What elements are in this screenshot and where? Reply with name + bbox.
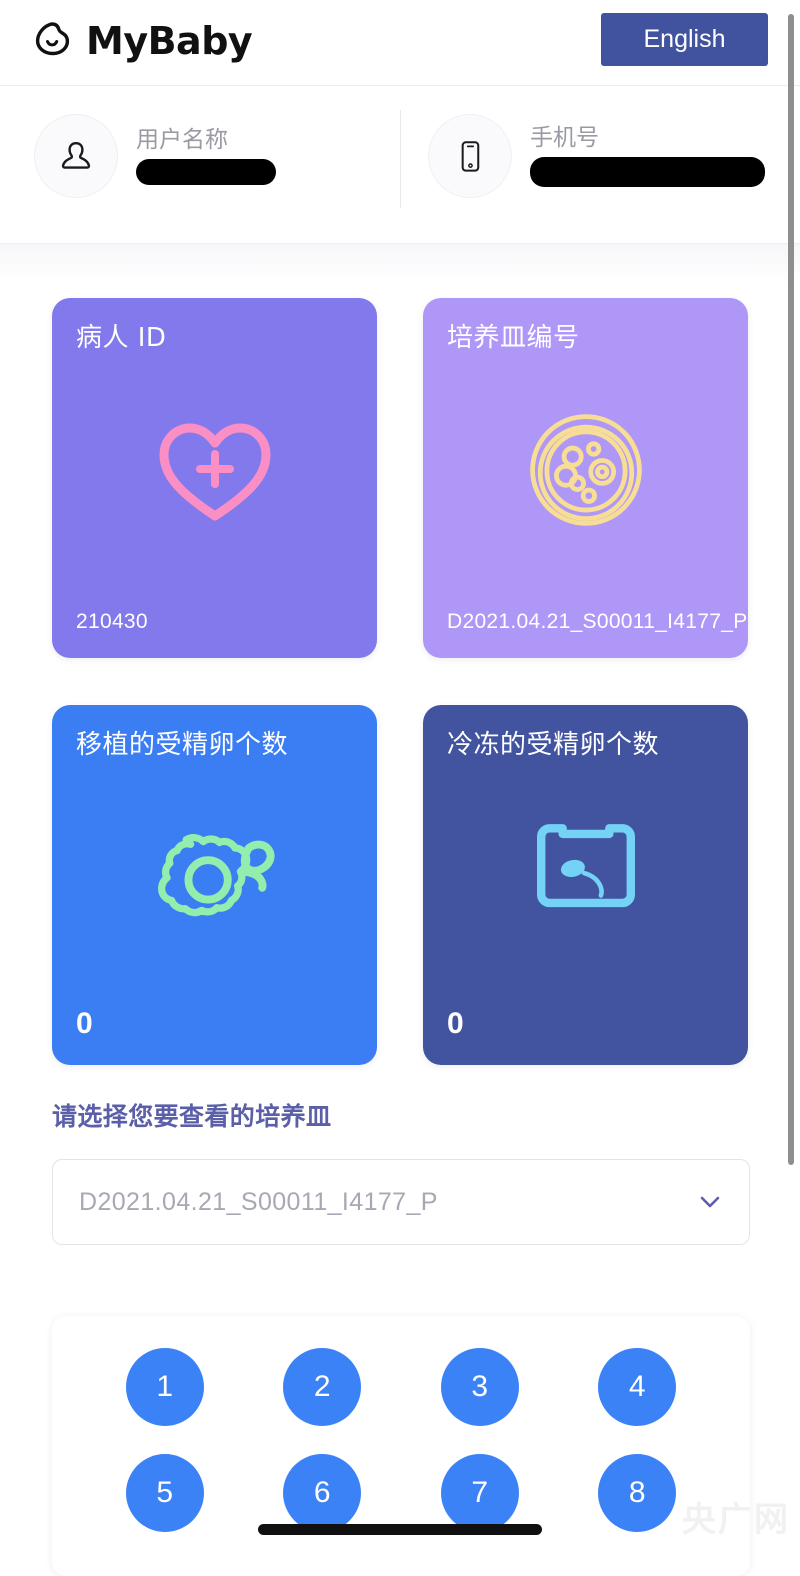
brand-name: MyBaby xyxy=(86,19,253,63)
profile-strip: 用户名称 手机号 xyxy=(0,86,800,244)
site-watermark: 央广网 xyxy=(682,1500,790,1540)
stat-card-title: 病人 ID xyxy=(76,323,167,353)
profile-user-label: 用户名称 xyxy=(136,127,228,154)
dish-position-4[interactable]: 4 xyxy=(598,1348,677,1426)
stat-card-title: 冷冻的受精卵个数 xyxy=(447,730,660,760)
baby-face-icon xyxy=(28,18,74,64)
dish-select-value: D2021.04.21_S00011_I4177_P xyxy=(79,1187,438,1216)
dish-position-panel: 1 2 3 4 5 6 7 8 xyxy=(52,1316,750,1576)
dish-position-5[interactable]: 5 xyxy=(125,1454,204,1532)
chevron-down-icon[interactable] xyxy=(695,1187,725,1217)
stat-card-frozen-embryos[interactable]: 冷冻的受精卵个数 0 xyxy=(423,705,748,1065)
stat-card-title: 培养皿编号 xyxy=(447,323,580,353)
stat-card-grid: 病人 ID 210430 培养皿编号 D2021.04.21_S00011_I4… xyxy=(52,298,750,1065)
profile-user: 用户名称 xyxy=(34,114,276,198)
page-scrollbar[interactable] xyxy=(788,14,794,1165)
app-bar: MyBaby English xyxy=(0,0,800,86)
person-icon xyxy=(34,114,118,198)
dish-selector-label: 请选择您要查看的培养皿 xyxy=(52,1102,332,1131)
egg-sperm-icon xyxy=(52,815,377,933)
cryo-freezer-sperm-icon xyxy=(423,815,748,920)
dish-select-dropdown[interactable]: D2021.04.21_S00011_I4177_P xyxy=(52,1159,750,1245)
stat-card-value: 0 xyxy=(447,1007,464,1040)
dish-position-2[interactable]: 2 xyxy=(283,1348,362,1426)
profile-phone-value-redacted xyxy=(530,156,765,187)
main-content: 病人 ID 210430 培养皿编号 D2021.04.21_S00011_I4… xyxy=(0,244,800,1576)
dish-position-3[interactable]: 3 xyxy=(440,1348,519,1426)
profile-divider xyxy=(400,110,401,208)
heart-plus-icon xyxy=(52,408,377,528)
profile-user-value-redacted xyxy=(136,158,276,185)
stat-card-value: D2021.04.21_S00011_I4177_P xyxy=(447,610,748,633)
dish-position-8[interactable]: 8 xyxy=(598,1454,677,1532)
dish-position-grid: 1 2 3 4 5 6 7 8 xyxy=(86,1348,716,1532)
dish-selector-section: 请选择您要查看的培养皿 D2021.04.21_S00011_I4177_P xyxy=(52,1097,750,1245)
stat-card-dish-number[interactable]: 培养皿编号 D2021.04.21_S00011_I4177_P xyxy=(423,298,748,658)
brand: MyBaby xyxy=(28,8,253,74)
stat-card-patient-id[interactable]: 病人 ID 210430 xyxy=(52,298,377,658)
home-indicator xyxy=(258,1524,542,1535)
dish-position-7[interactable]: 7 xyxy=(440,1454,519,1532)
dish-position-1[interactable]: 1 xyxy=(125,1348,204,1426)
stat-card-value: 0 xyxy=(76,1007,93,1040)
petri-dish-icon xyxy=(423,408,748,532)
dish-position-6[interactable]: 6 xyxy=(283,1454,362,1532)
profile-phone: 手机号 xyxy=(428,114,765,198)
stat-card-title: 移植的受精卵个数 xyxy=(76,730,289,760)
stat-card-transferred-embryos[interactable]: 移植的受精卵个数 0 xyxy=(52,705,377,1065)
mobile-phone-icon xyxy=(428,114,512,198)
language-switch-button[interactable]: English xyxy=(601,13,768,66)
stat-card-value: 210430 xyxy=(76,610,148,633)
profile-phone-label: 手机号 xyxy=(530,125,599,152)
